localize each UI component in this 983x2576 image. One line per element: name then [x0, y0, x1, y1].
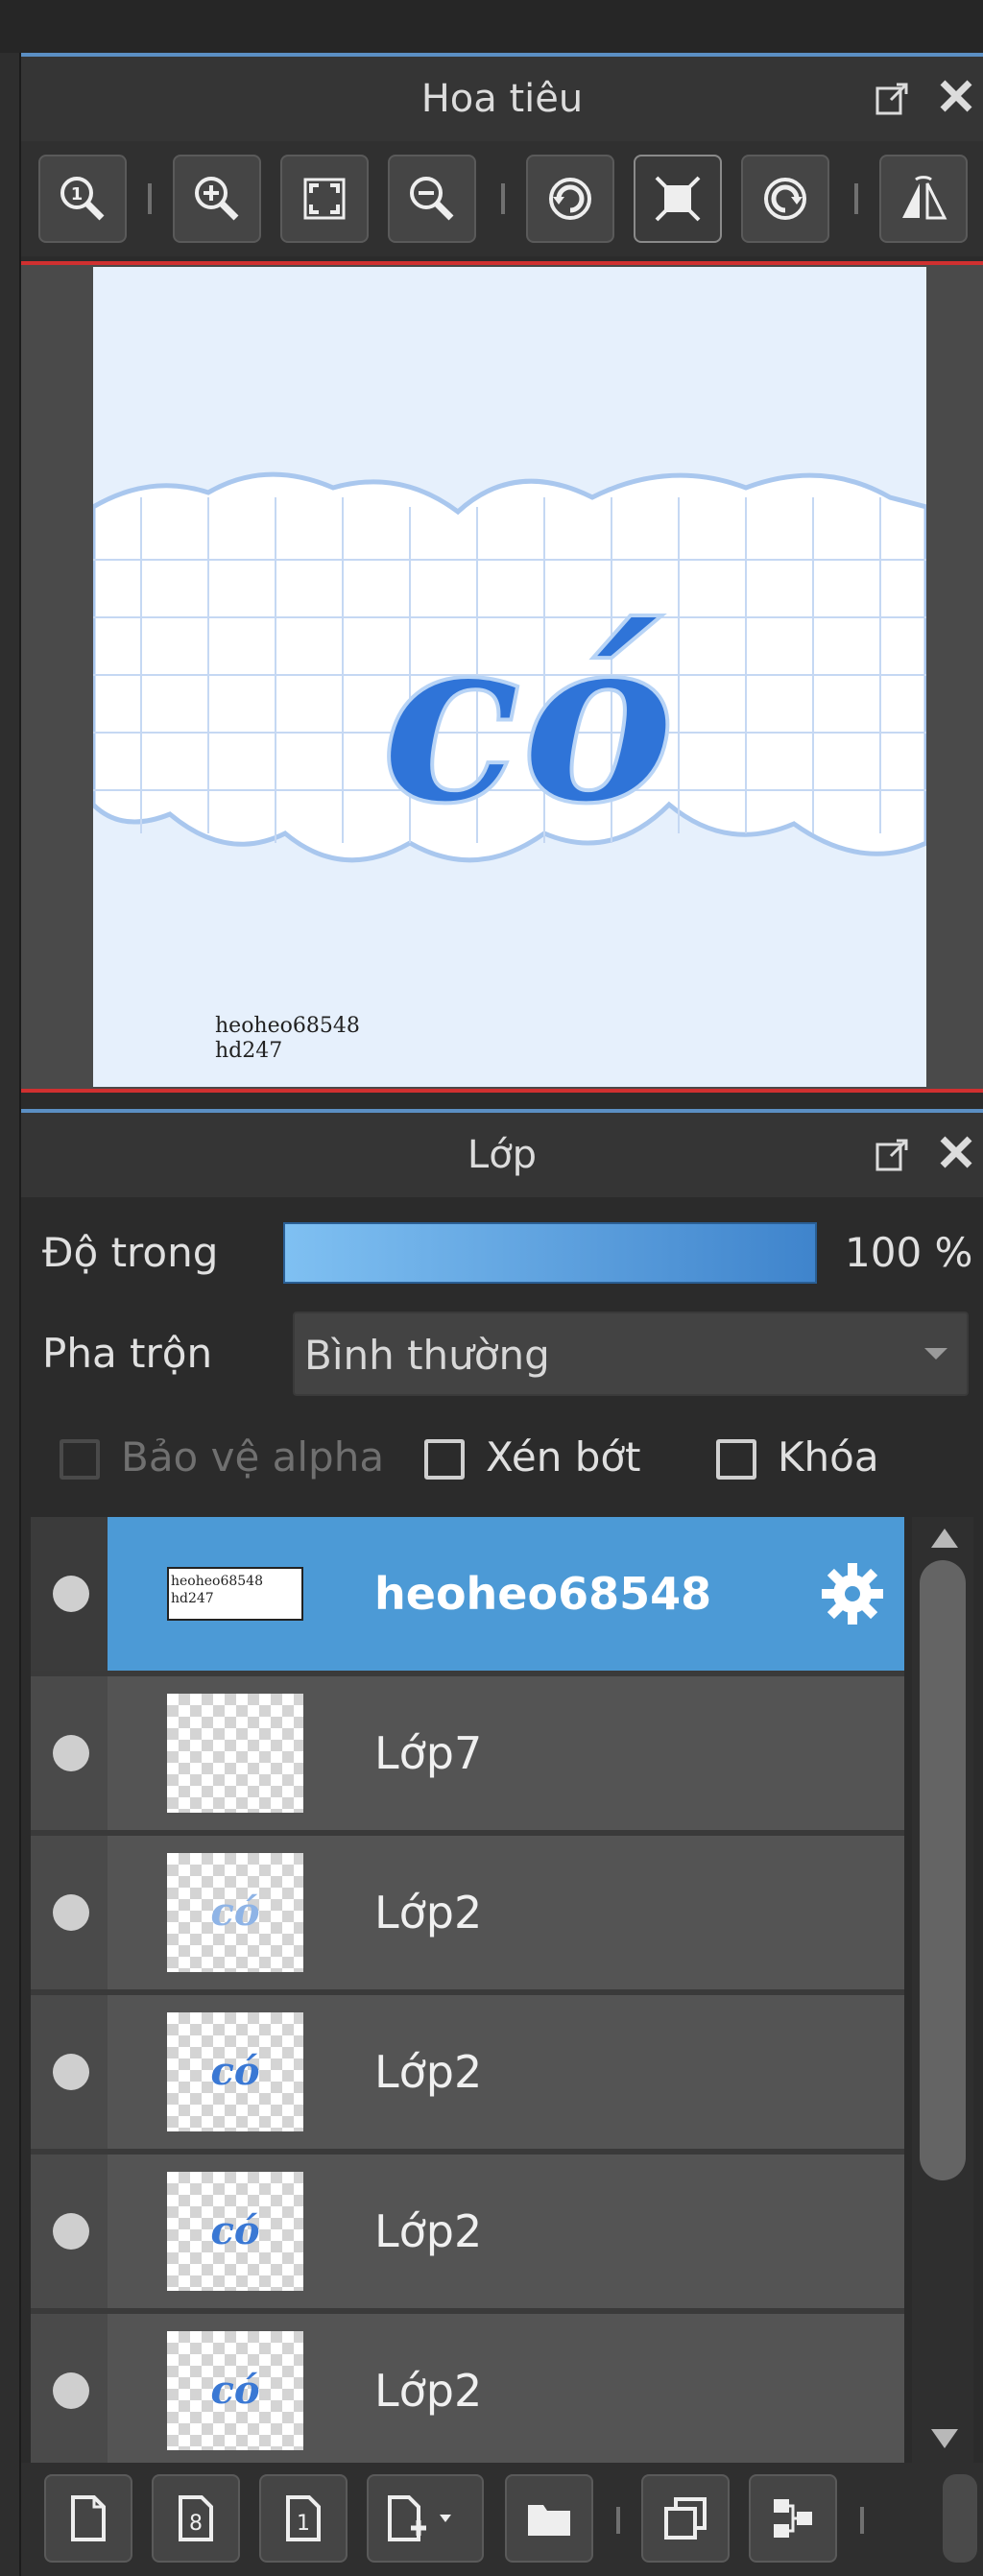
add-layer-dropdown-icon[interactable] — [367, 2474, 484, 2563]
layers-panel-title: Lớp — [21, 1113, 983, 1197]
eye-dot-icon — [53, 1576, 89, 1612]
protect-alpha-checkbox[interactable] — [60, 1439, 100, 1480]
chevron-down-icon — [924, 1348, 947, 1360]
scroll-thumb[interactable] — [920, 1560, 966, 2180]
toolbar-separator — [616, 2507, 620, 2534]
fit-screen-icon[interactable] — [280, 155, 369, 243]
layer-name: Lớp7 — [374, 1727, 483, 1779]
layer-thumbnail: có — [167, 2012, 303, 2131]
credit-line: hd247 — [215, 1039, 283, 1063]
visibility-toggle[interactable] — [31, 2314, 108, 2463]
scroll-up-arrow-icon[interactable] — [931, 1529, 958, 1548]
opacity-value: 100 % — [845, 1229, 973, 1276]
top-strip — [0, 0, 983, 53]
blend-mode-value: Bình thường — [304, 1332, 550, 1379]
layers-bottom-toolbar: 8 1 — [21, 2463, 983, 2576]
flip-horizontal-icon[interactable] — [879, 155, 968, 243]
svg-text:1: 1 — [297, 2512, 310, 2536]
navigator-panel-title: Hoa tiêu — [21, 57, 983, 141]
canvas-preview[interactable]: có heoheo68548 hd247 — [93, 267, 926, 1087]
eye-dot-icon — [53, 1735, 89, 1771]
navigator-preview[interactable]: có heoheo68548 hd247 — [21, 261, 983, 1093]
layer-list[interactable]: heoheo68548 hd247 heoheo68548 Lớp7 có Lớ… — [31, 1517, 904, 2463]
visibility-toggle[interactable] — [31, 1676, 108, 1830]
svg-text:có: có — [381, 584, 675, 855]
protect-alpha-label: Bảo vệ alpha — [121, 1433, 385, 1481]
layer-name: Lớp2 — [374, 2205, 483, 2257]
clipping-label: Xén bớt — [486, 1433, 641, 1481]
navigator-toolbar: 1 — [21, 141, 983, 256]
new-8bit-layer-icon[interactable]: 8 — [152, 2474, 240, 2563]
toolbar-separator — [854, 183, 858, 214]
layer-name: Lớp2 — [374, 2365, 483, 2417]
visibility-toggle[interactable] — [31, 2155, 108, 2308]
credit-line: heoheo68548 — [215, 1014, 360, 1038]
visibility-toggle[interactable] — [31, 1517, 108, 1671]
eye-dot-icon — [53, 2054, 89, 2090]
thumbnail-text — [167, 1694, 303, 1813]
layer-thumbnail: heoheo68548 hd247 — [167, 1567, 303, 1621]
layer-row[interactable]: heoheo68548 hd247 heoheo68548 — [31, 1517, 904, 1671]
layer-row[interactable]: Lớp7 — [31, 1676, 904, 1830]
opacity-label: Độ trong — [42, 1229, 219, 1276]
toolbar-separator — [860, 2507, 864, 2534]
clipping-checkbox[interactable] — [424, 1439, 465, 1480]
lock-label: Khóa — [778, 1433, 879, 1481]
thumbnail-text: có — [210, 2208, 260, 2253]
close-icon[interactable] — [937, 77, 975, 115]
close-icon[interactable] — [937, 1133, 975, 1171]
svg-text:8: 8 — [189, 2512, 203, 2536]
layer-row[interactable]: có Lớp2 — [31, 1836, 904, 1989]
popout-icon[interactable] — [874, 79, 912, 117]
layer-row[interactable]: có Lớp2 — [31, 2314, 904, 2463]
merge-layer-icon[interactable] — [749, 2474, 837, 2563]
blend-mode-select[interactable]: Bình thường — [293, 1312, 969, 1396]
layer-row[interactable]: có Lớp2 — [31, 2155, 904, 2308]
gear-icon[interactable] — [818, 1559, 887, 1628]
lock-checkbox[interactable] — [716, 1439, 756, 1480]
toolbar-separator — [501, 183, 505, 214]
layer-row[interactable]: có Lớp2 — [31, 1995, 904, 2149]
visibility-toggle[interactable] — [31, 1836, 108, 1989]
thumbnail-text: có — [210, 1890, 260, 1935]
thumbnail-text: có — [210, 2368, 260, 2413]
canvas-credit-text: heoheo68548 hd247 — [215, 1014, 360, 1064]
layer-scrollbar[interactable] — [912, 1517, 973, 2463]
layer-name: Lớp2 — [374, 1887, 483, 1938]
layer-thumbnail: có — [167, 2172, 303, 2291]
app-window: Hoa tiêu 1 có heoheo68548 hd247 Lớp Độ t… — [0, 0, 983, 2576]
rotate-right-icon[interactable] — [741, 155, 829, 243]
thumbnail-text: có — [210, 2049, 260, 2094]
svg-text:1: 1 — [71, 184, 84, 205]
zoom-in-icon[interactable] — [173, 155, 261, 243]
visibility-toggle[interactable] — [31, 1995, 108, 2149]
zoom-actual-icon[interactable]: 1 — [38, 155, 127, 243]
reset-view-icon[interactable] — [634, 155, 722, 243]
popout-icon[interactable] — [874, 1135, 912, 1173]
canvas-artwork: có — [93, 471, 926, 863]
opacity-slider[interactable] — [283, 1222, 817, 1284]
folder-icon[interactable] — [505, 2474, 593, 2563]
thumbnail-text: heoheo68548 hd247 — [171, 1574, 263, 1606]
scroll-down-arrow-icon[interactable] — [931, 2429, 958, 2448]
duplicate-layer-icon[interactable] — [641, 2474, 730, 2563]
new-1bit-layer-icon[interactable]: 1 — [259, 2474, 348, 2563]
eye-dot-icon — [53, 2372, 89, 2409]
new-layer-icon[interactable] — [44, 2474, 132, 2563]
eye-dot-icon — [53, 1894, 89, 1931]
layer-thumbnail — [167, 1694, 303, 1813]
rotate-left-icon[interactable] — [526, 155, 614, 243]
layer-name: heoheo68548 — [374, 1568, 712, 1620]
zoom-out-icon[interactable] — [388, 155, 476, 243]
layer-thumbnail: có — [167, 1853, 303, 1972]
layer-thumbnail: có — [167, 2331, 303, 2450]
eye-dot-icon — [53, 2213, 89, 2250]
panel-resize-grip[interactable] — [943, 2474, 977, 2563]
left-dock-edge — [0, 53, 21, 2576]
blend-mode-label: Pha trộn — [42, 1330, 213, 1377]
layer-name: Lớp2 — [374, 2046, 483, 2098]
toolbar-separator — [148, 183, 152, 214]
